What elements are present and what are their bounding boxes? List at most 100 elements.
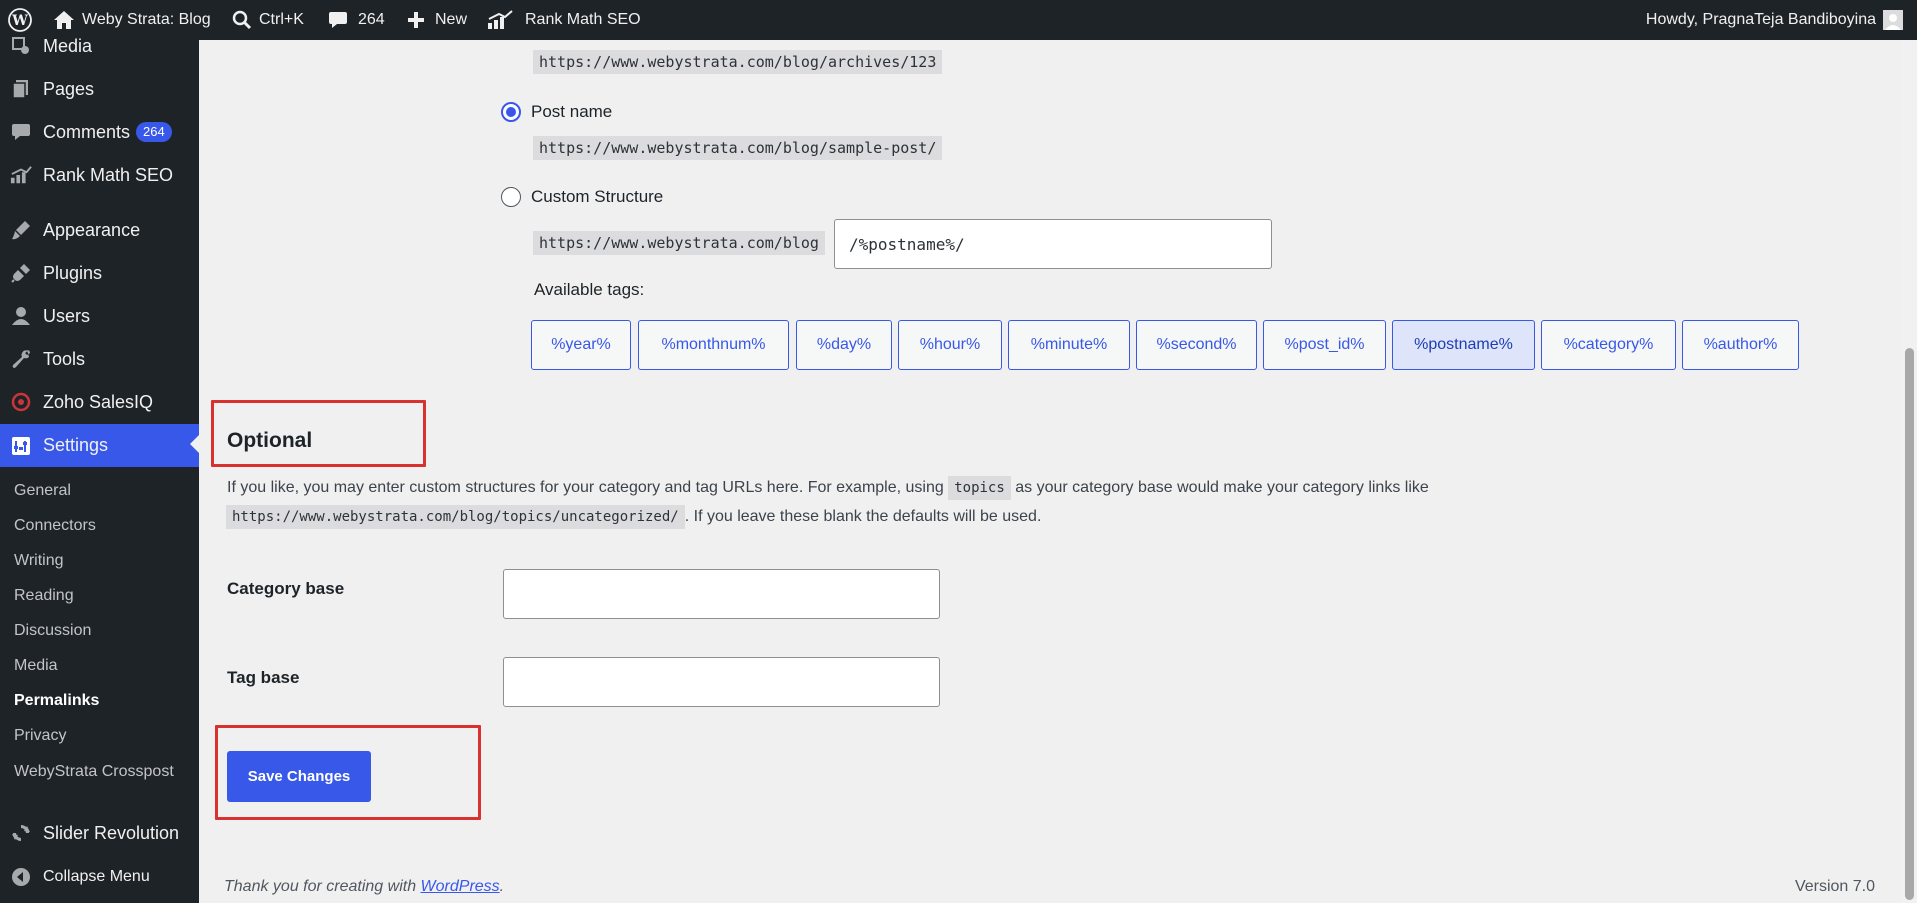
page-scrollbar[interactable] <box>1902 40 1917 903</box>
menu-label-pages: Pages <box>43 78 95 99</box>
wordpress-link[interactable]: WordPress <box>421 878 500 895</box>
category-base-label: Category base <box>227 579 345 598</box>
tag-second-button[interactable]: %second% <box>1136 320 1257 370</box>
tag-category-button[interactable]: %category% <box>1541 320 1676 370</box>
post-name-option[interactable]: Post name <box>501 102 612 122</box>
menu-item-plugins[interactable]: Plugins <box>0 253 199 293</box>
pages-icon <box>10 78 32 100</box>
comment-bubble-icon <box>328 10 348 30</box>
footer-thanks-prefix: Thank you for creating with <box>224 878 417 895</box>
new-content-link[interactable]: New <box>407 0 467 40</box>
submenu-general[interactable]: General <box>14 482 71 500</box>
custom-structure-prefix: https://www.webystrata.com/blog <box>533 231 825 255</box>
optional-heading: Optional <box>227 429 313 452</box>
tag-monthnum-button[interactable]: %monthnum% <box>638 320 789 370</box>
slider-revolution-icon <box>10 822 32 844</box>
submenu-media[interactable]: Media <box>14 657 58 675</box>
menu-item-settings[interactable]: Settings <box>0 424 199 467</box>
admin-sidebar: Media Pages Comments 264 Rank Math SEO A… <box>0 36 199 903</box>
rankmath-icon <box>10 164 32 186</box>
menu-item-rankmath[interactable]: Rank Math SEO <box>0 155 199 195</box>
menu-label-settings: Settings <box>43 435 109 455</box>
scrollbar-thumb[interactable] <box>1905 348 1914 900</box>
users-icon <box>10 305 32 327</box>
optional-desc-text-1: If you like, you may enter custom struct… <box>227 479 944 496</box>
numeric-example-url: https://www.webystrata.com/blog/archives… <box>533 50 943 74</box>
post-name-radio[interactable] <box>501 102 521 122</box>
menu-item-slider-revolution[interactable]: Slider Revolution <box>0 813 199 853</box>
post-name-label: Post name <box>531 102 613 121</box>
comments-link[interactable]: 264 <box>328 0 385 40</box>
menu-item-users[interactable]: Users <box>0 296 199 336</box>
menu-label-users: Users <box>43 305 91 326</box>
post-name-example-url: https://www.webystrata.com/blog/sample-p… <box>533 136 943 160</box>
save-changes-button[interactable]: Save Changes <box>227 751 371 802</box>
menu-item-appearance[interactable]: Appearance <box>0 210 199 250</box>
new-label: New <box>435 11 468 28</box>
collapse-menu-button[interactable]: Collapse Menu <box>0 857 199 897</box>
rankmath-icon <box>487 10 513 30</box>
optional-description-line-2: https://www.webystrata.com/blog/topics/u… <box>226 505 1042 529</box>
command-search[interactable]: Ctrl+K <box>232 0 304 40</box>
plugins-icon <box>10 262 32 284</box>
submenu-discussion[interactable]: Discussion <box>14 622 91 640</box>
tag-base-label: Tag base <box>227 668 300 687</box>
footer-thanks: Thank you for creating with WordPress. <box>224 878 504 896</box>
collapse-menu-label: Collapse Menu <box>43 868 150 885</box>
tag-postname-button[interactable]: %postname% <box>1392 320 1535 370</box>
tag-year-button[interactable]: %year% <box>531 320 631 370</box>
menu-label-rankmath: Rank Math SEO <box>43 164 174 185</box>
submenu-privacy[interactable]: Privacy <box>14 727 66 745</box>
avatar <box>1883 10 1903 30</box>
menu-item-zoho[interactable]: Zoho SalesIQ <box>0 382 199 422</box>
optional-desc-text-2: as your category base would make your ca… <box>1015 479 1429 496</box>
tag-minute-button[interactable]: %minute% <box>1008 320 1130 370</box>
admin-bar: W Weby Strata: Blog Ctrl+K 264 New Rank … <box>0 0 1917 40</box>
submenu-reading[interactable]: Reading <box>14 587 74 605</box>
comments-badge: 264 <box>136 122 172 142</box>
media-icon <box>10 35 32 57</box>
footer-thanks-suffix: . <box>499 878 505 895</box>
submenu-permalinks[interactable]: Permalinks <box>14 692 99 710</box>
submenu-connectors[interactable]: Connectors <box>14 517 96 535</box>
custom-structure-radio[interactable] <box>501 187 521 207</box>
rankmath-adminbar-link[interactable]: Rank Math SEO <box>487 0 641 40</box>
available-tags-label: Available tags: <box>534 280 645 299</box>
optional-desc-text-3: . If you leave these blank the defaults … <box>684 508 1042 525</box>
submenu-webystrata-crosspost[interactable]: WebyStrata Crosspost <box>14 763 174 781</box>
menu-label-zoho: Zoho SalesIQ <box>43 391 154 412</box>
menu-label-slider-revolution: Slider Revolution <box>43 822 180 843</box>
comments-count: 264 <box>358 11 385 28</box>
optional-desc-code-url: https://www.webystrata.com/blog/topics/u… <box>226 505 685 529</box>
custom-structure-label: Custom Structure <box>531 187 664 206</box>
search-icon <box>232 10 252 30</box>
menu-item-media[interactable]: Media <box>0 26 199 66</box>
main-content: https://www.webystrata.com/blog/archives… <box>199 40 1902 903</box>
howdy-text: Howdy, PragnaTeja Bandiboyina <box>1645 11 1876 28</box>
footer-version: Version 7.0 <box>1794 878 1875 895</box>
menu-label-tools: Tools <box>43 348 86 369</box>
tag-hour-button[interactable]: %hour% <box>898 320 1002 370</box>
optional-description-line-1: If you like, you may enter custom struct… <box>227 476 1429 500</box>
tag-base-input[interactable] <box>503 657 940 707</box>
collapse-icon <box>10 866 32 888</box>
menu-item-tools[interactable]: Tools <box>0 339 199 379</box>
optional-desc-code-topics: topics <box>948 476 1011 500</box>
menu-item-pages[interactable]: Pages <box>0 69 199 109</box>
rankmath-label: Rank Math SEO <box>525 11 641 28</box>
custom-structure-option[interactable]: Custom Structure <box>501 187 663 207</box>
menu-label-plugins: Plugins <box>43 262 103 283</box>
menu-label-media: Media <box>43 35 93 56</box>
submenu-writing[interactable]: Writing <box>14 552 64 570</box>
tag-day-button[interactable]: %day% <box>796 320 892 370</box>
comments-icon <box>10 121 32 143</box>
category-base-input[interactable] <box>503 569 940 619</box>
tag-post-id-button[interactable]: %post_id% <box>1263 320 1386 370</box>
plus-icon <box>407 11 425 29</box>
custom-structure-input[interactable]: /%postname%/ <box>834 219 1272 269</box>
tools-icon <box>10 348 32 370</box>
menu-item-comments[interactable]: Comments 264 <box>0 112 199 152</box>
appearance-icon <box>10 219 32 241</box>
my-account-link[interactable]: Howdy, PragnaTeja Bandiboyina <box>1646 0 1903 40</box>
tag-author-button[interactable]: %author% <box>1682 320 1799 370</box>
